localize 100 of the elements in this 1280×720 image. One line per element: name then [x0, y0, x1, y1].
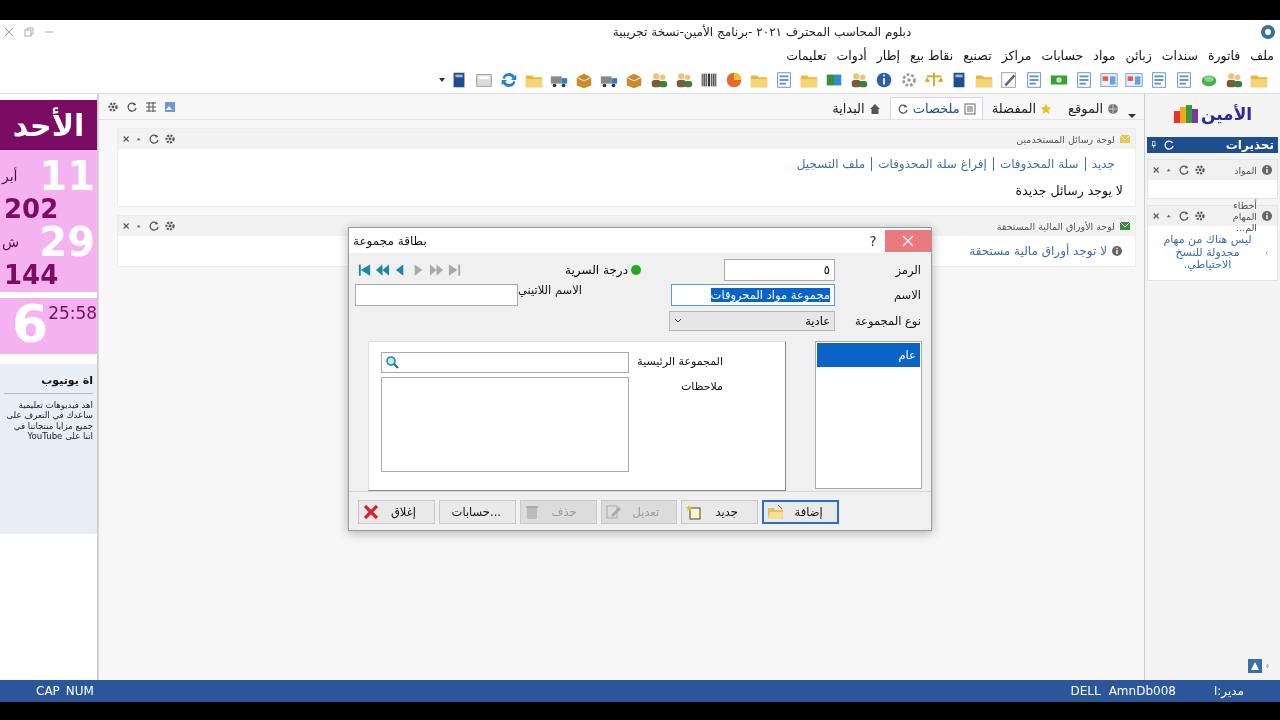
day-number: 11: [39, 156, 95, 196]
image-icon: [164, 100, 176, 113]
group-type-dropdown[interactable]: عادية: [669, 310, 835, 331]
refresh-icon: [1178, 210, 1190, 222]
tab[interactable]: ملخصات: [889, 97, 983, 119]
widget-title: أخطاء المهام الم...: [1232, 199, 1257, 233]
folder-icon: [767, 504, 786, 520]
card-icon: [1119, 220, 1131, 232]
close-icon: [122, 220, 132, 232]
first-button[interactable]: [357, 261, 372, 278]
close-icon: [902, 234, 914, 247]
help-button[interactable]: ?: [861, 232, 885, 249]
clock-time: 25:58: [48, 302, 98, 323]
field-label: الاسم: [892, 288, 922, 303]
close-icon: [1152, 164, 1162, 176]
menu-item[interactable]: تعليمات: [786, 47, 827, 63]
dialog-button[interactable]: جديد: [681, 500, 759, 524]
widget-title: المواد: [1233, 164, 1257, 176]
weekday-banner: الأحد: [0, 100, 97, 150]
new-document-icon: [686, 504, 703, 520]
trash-icon: [524, 504, 539, 520]
menu-item[interactable]: زبائن: [1125, 47, 1152, 63]
refresh-icon: [126, 100, 138, 113]
field-label: الاسم اللاتيني: [518, 283, 582, 297]
tab[interactable]: البداية: [825, 97, 888, 119]
refresh-icon: [1178, 164, 1190, 176]
gear-icon: [164, 133, 176, 145]
refresh-icon: [148, 220, 160, 232]
menu-item[interactable]: نقاط بيع: [910, 47, 954, 63]
menu-item[interactable]: تصنيع: [963, 47, 992, 63]
gear-icon: [164, 220, 176, 232]
field-label: المجموعة الرئيسية: [637, 354, 723, 368]
menu-item[interactable]: أدوات: [836, 47, 867, 63]
refresh-icon: [1163, 139, 1175, 151]
menu-item[interactable]: إطار: [876, 47, 901, 63]
globe-icon: [1107, 102, 1119, 115]
refresh-icon: [148, 133, 160, 145]
close-button[interactable]: [885, 229, 931, 252]
dialog-title: بطاقة مجموعة: [352, 233, 428, 248]
home-icon: [868, 102, 881, 115]
name-field[interactable]: مجموعة مواد المحروقات: [671, 284, 835, 307]
gear-icon: [107, 100, 119, 113]
app-button-icon: [1248, 659, 1262, 673]
dialog-button[interactable]: حسابات...: [438, 500, 516, 524]
gear-icon: [1194, 210, 1206, 222]
machine-status: DELL: [1070, 684, 1101, 698]
dropdown-caret-icon: [439, 76, 445, 83]
key-indicator: CAP: [36, 684, 60, 698]
notes-field[interactable]: [381, 377, 629, 472]
dialog-button[interactable]: إغلاق: [358, 500, 435, 524]
grid-icon: [145, 100, 157, 113]
menu-item[interactable]: مراكز: [1001, 47, 1032, 63]
menu-item[interactable]: ملف: [1250, 47, 1274, 63]
widget-message: ليس هناك من مهام مجدولة للنسخ الاحتياطي.: [1162, 234, 1252, 272]
list-icon: [963, 102, 976, 115]
tab[interactable]: المفضلة: [984, 97, 1060, 119]
envelope-icon: [1119, 133, 1131, 145]
info-icon: [1111, 245, 1123, 257]
menu-item[interactable]: سندات: [1161, 47, 1198, 63]
user-status: مدير:ا: [1213, 684, 1244, 698]
year-number: 144: [3, 262, 59, 288]
dropdown-caret-icon: [1128, 113, 1136, 119]
year-number: 202: [3, 196, 59, 222]
refresh-icon: [896, 102, 909, 115]
panel-link[interactable]: لا توجد أوراق مالية مستحقة: [969, 244, 1107, 258]
panel-message: لا يوجد رسائل جديدة: [1014, 183, 1123, 198]
star-icon: [1040, 102, 1053, 115]
info-icon: [1261, 164, 1273, 176]
panel-link[interactable]: إفراغ سلة المحذوفات: [878, 157, 987, 171]
day-number: 29: [39, 222, 95, 262]
code-field[interactable]: ٥: [724, 258, 835, 281]
menu-item[interactable]: فاتورة: [1207, 47, 1241, 63]
field-label: نوع المجموعة: [853, 313, 922, 328]
list-item[interactable]: عام: [817, 343, 920, 367]
field-label: الرمز: [894, 262, 922, 277]
panel-link[interactable]: سلة المحذوفات: [999, 157, 1079, 171]
field-label: درجة السرية: [565, 262, 628, 277]
window-title: دبلوم المحاسب المحترف ٢٠٢١ -برنامج الأمين-نسخة تجريبية: [611, 25, 913, 39]
key-indicator: NUM: [65, 684, 94, 698]
pin-icon: [1151, 139, 1159, 151]
field-label: ملاحظات: [680, 379, 723, 393]
fast-back-button[interactable]: [375, 261, 390, 278]
panel-title: لوحة الأوراق المالية المستحقة: [995, 220, 1115, 232]
menu-item[interactable]: مواد: [1093, 47, 1116, 63]
latin-name-field[interactable]: [355, 284, 518, 307]
panel-link[interactable]: ملف التسجيل: [796, 157, 866, 171]
month-name: ش: [2, 234, 20, 250]
dialog-button[interactable]: إضافة: [762, 500, 839, 524]
edit-icon: [605, 504, 622, 520]
menu-item[interactable]: حسابات: [1041, 47, 1084, 63]
warnings-header: تحذيرات: [1147, 137, 1278, 153]
tab[interactable]: الموقع: [1061, 97, 1126, 119]
close-icon: [122, 133, 132, 145]
app-icon: [1260, 24, 1276, 40]
parent-group-field[interactable]: [381, 352, 629, 373]
close-icon: [363, 504, 380, 520]
gear-icon: [1194, 164, 1206, 176]
restore-icon: [24, 27, 34, 37]
panel-link[interactable]: جديد: [1091, 157, 1115, 171]
search-icon: [385, 355, 399, 370]
